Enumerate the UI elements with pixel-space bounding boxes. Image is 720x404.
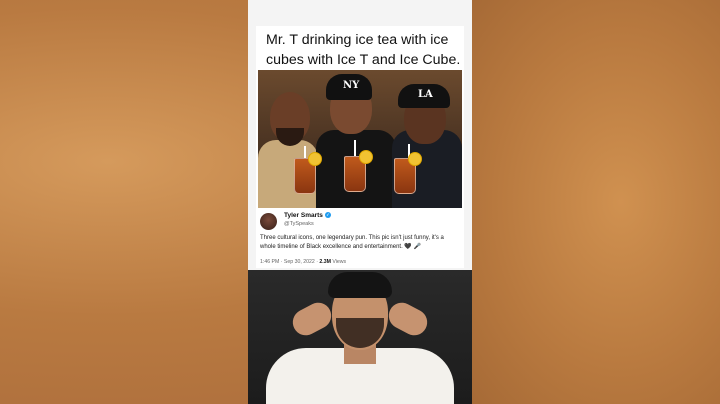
avatar[interactable] xyxy=(260,213,277,230)
tweet-handle[interactable]: @TySpeaks xyxy=(284,221,314,227)
tweet-card: Tyler Smarts ✓ @TySpeaks Three cultural i… xyxy=(256,208,464,268)
tweet-views-label: Views xyxy=(330,259,347,265)
ny-logo: NY xyxy=(343,80,360,91)
blurred-background-right xyxy=(472,0,720,404)
presenter-video xyxy=(248,270,472,404)
la-logo: LA xyxy=(418,89,433,100)
tweet-author[interactable]: Tyler Smarts ✓ xyxy=(284,212,331,219)
meme-caption: Mr. T drinking ice tea with ice cubes wi… xyxy=(266,32,461,68)
tweet-views-count: 2.3M xyxy=(319,259,331,265)
tweet-meta: 1:46 PM · Sep 30, 2022 · 2.3M Views xyxy=(260,259,346,265)
presenter-right-hand xyxy=(384,298,432,340)
tweet-timestamp: 1:46 PM · Sep 30, 2022 · xyxy=(260,259,320,265)
meme-card: Mr. T drinking ice tea with ice cubes wi… xyxy=(256,26,464,268)
verified-badge-icon: ✓ xyxy=(324,212,331,219)
video-frame: Mr. T drinking ice tea with ice cubes wi… xyxy=(248,0,472,404)
presenter-left-hand xyxy=(288,298,336,340)
tweet-text: Three cultural icons, one legendary pun.… xyxy=(260,235,444,250)
meme-photo: NY LA xyxy=(258,70,462,208)
tweet-author-name: Tyler Smarts xyxy=(284,212,323,219)
